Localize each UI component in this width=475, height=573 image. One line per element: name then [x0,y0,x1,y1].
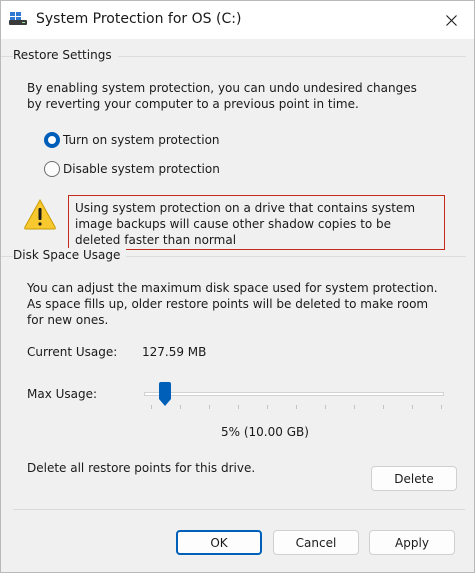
slider-tick [441,405,442,409]
slider-tick [151,405,152,409]
system-protection-dialog: System Protection for OS (C:) Restore Se… [0,0,475,573]
warning-triangle-icon [24,198,56,230]
max-usage-value: 5% (10.00 GB) [221,425,309,439]
close-icon [445,14,457,26]
drive-icon [9,12,27,25]
slider-tick [325,405,326,409]
cancel-button[interactable]: Cancel [273,530,359,555]
ok-button[interactable]: OK [176,530,262,555]
apply-button[interactable]: Apply [369,530,455,555]
radio-disable-protection-label[interactable]: Disable system protection [63,161,220,177]
slider-tick [180,405,181,409]
restore-settings-description: By enabling system protection, you can u… [27,81,417,111]
slider-tick [209,405,210,409]
slider-tick [296,405,297,409]
radio-disable-protection[interactable] [44,161,60,177]
delete-button[interactable]: Delete [371,466,457,491]
disk-space-description: You can adjust the maximum disk space us… [27,281,438,327]
slider-tick [412,405,413,409]
close-button[interactable] [428,1,474,39]
warning-message: Using system protection on a drive that … [68,195,445,250]
title-bar: System Protection for OS (C:) [1,1,474,39]
max-usage-slider-track[interactable] [144,392,444,396]
slider-tick [383,405,384,409]
slider-tick [267,405,268,409]
disk-space-group-label: Disk Space Usage [13,248,127,262]
max-usage-label: Max Usage: [27,387,98,401]
current-usage-label: Current Usage: [27,345,118,359]
delete-restore-points-text: Delete all restore points for this drive… [27,461,256,475]
restore-settings-group-label: Restore Settings [13,48,118,62]
slider-tick [238,405,239,409]
footer-separator [13,509,465,510]
radio-turn-on-protection-label[interactable]: Turn on system protection [63,132,220,148]
slider-tick [354,405,355,409]
max-usage-slider-thumb[interactable] [158,381,172,407]
radio-turn-on-protection[interactable] [44,132,60,148]
current-usage-value: 127.59 MB [142,345,207,359]
window-title: System Protection for OS (C:) [36,11,242,27]
